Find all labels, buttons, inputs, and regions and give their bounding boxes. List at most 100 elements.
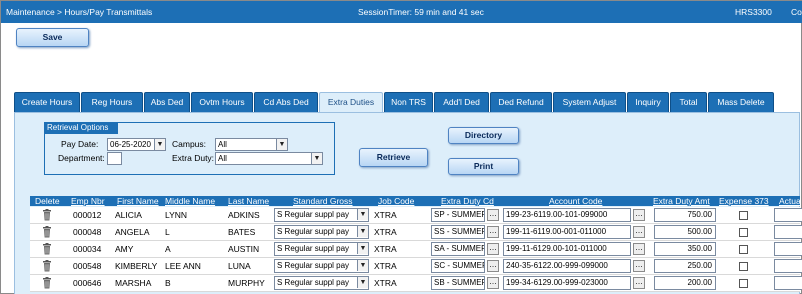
- extra-duty-amt-input[interactable]: 750.00: [654, 208, 716, 222]
- tab-mass-delete[interactable]: Mass Delete: [708, 92, 774, 112]
- trash-icon[interactable]: [42, 277, 52, 289]
- standard-gross-value: S Regular suppl pay: [277, 210, 350, 219]
- standard-gross-select[interactable]: S Regular suppl pay ▼: [274, 242, 369, 256]
- save-button[interactable]: Save: [16, 28, 89, 47]
- standard-gross-value: S Regular suppl pay: [277, 278, 350, 287]
- tab-addl-ded[interactable]: Add'l Ded: [434, 92, 489, 112]
- breadcrumb: Maintenance > Hours/Pay Transmittals: [6, 7, 153, 17]
- expense-373-checkbox[interactable]: [739, 228, 748, 237]
- chevron-down-icon: ▼: [357, 277, 368, 288]
- ellipsis-icon[interactable]: …: [633, 226, 645, 238]
- header-job-code[interactable]: Job Code: [378, 195, 414, 207]
- trash-icon[interactable]: [42, 226, 52, 238]
- tab-ded-refund[interactable]: Ded Refund: [490, 92, 552, 112]
- ellipsis-icon[interactable]: …: [487, 277, 499, 289]
- account-code-input[interactable]: 199-23-6119.00-101-099000: [503, 208, 631, 222]
- standard-gross-value: S Regular suppl pay: [277, 227, 350, 236]
- campus-select[interactable]: All ▼: [215, 138, 288, 151]
- extra-duty-amt-input[interactable]: 500.00: [654, 225, 716, 239]
- department-input[interactable]: [107, 152, 122, 165]
- middle-name-cell: LEE ANN: [165, 261, 201, 271]
- tab-extra-duties[interactable]: Extra Duties: [319, 92, 383, 112]
- ellipsis-icon[interactable]: …: [633, 277, 645, 289]
- tab-total[interactable]: Total: [670, 92, 707, 112]
- last-name-cell: AUSTIN: [228, 244, 260, 254]
- ellipsis-icon[interactable]: …: [487, 209, 499, 221]
- ellipsis-icon[interactable]: …: [487, 226, 499, 238]
- chevron-down-icon: ▼: [154, 139, 165, 150]
- extra-duty-cd-input[interactable]: SA - SUMMEF: [431, 242, 485, 256]
- extra-duty-cd-input[interactable]: SP - SUMMEF: [431, 208, 485, 222]
- ellipsis-icon[interactable]: …: [487, 260, 499, 272]
- header-last-name[interactable]: Last Name: [228, 195, 269, 207]
- first-name-cell: ANGELA: [115, 227, 150, 237]
- expense-373-checkbox[interactable]: [739, 245, 748, 254]
- expense-373-checkbox[interactable]: [739, 262, 748, 271]
- chevron-down-icon: ▼: [311, 153, 322, 164]
- expense-373-checkbox[interactable]: [739, 279, 748, 288]
- pay-date-label: Pay Date:: [61, 139, 99, 149]
- pay-date-select[interactable]: 06-25-2020 ▼: [107, 138, 166, 151]
- trash-icon[interactable]: [42, 243, 52, 255]
- actual-input[interactable]: [774, 208, 802, 222]
- ellipsis-icon[interactable]: …: [487, 243, 499, 255]
- tab-abs-ded[interactable]: Abs Ded: [144, 92, 190, 112]
- chevron-down-icon: ▼: [357, 243, 368, 254]
- ellipsis-icon[interactable]: …: [633, 209, 645, 221]
- retrieve-button[interactable]: Retrieve: [359, 148, 428, 167]
- actual-input[interactable]: [774, 225, 802, 239]
- ellipsis-icon[interactable]: …: [633, 243, 645, 255]
- expense-373-checkbox[interactable]: [739, 211, 748, 220]
- last-name-cell: ADKINS: [228, 210, 260, 220]
- last-name-cell: BATES: [228, 227, 256, 237]
- account-code-input[interactable]: 199-34-6129.00-999-023000: [503, 276, 631, 290]
- extra-duty-cd-input[interactable]: SB - SUMMEF: [431, 276, 485, 290]
- header-actual[interactable]: Actua: [779, 195, 801, 207]
- actual-input[interactable]: [774, 259, 802, 273]
- extra-duty-amt-input[interactable]: 200.00: [654, 276, 716, 290]
- header-standard-gross[interactable]: Standard Gross: [293, 195, 353, 207]
- header-extra-duty-cd[interactable]: Extra Duty Cd: [441, 195, 494, 207]
- header-emp-nbr[interactable]: Emp Nbr: [71, 195, 105, 207]
- top-bar: Maintenance > Hours/Pay Transmittals Ses…: [1, 1, 802, 23]
- extra-duty-select[interactable]: All ▼: [215, 152, 323, 165]
- standard-gross-select[interactable]: S Regular suppl pay ▼: [274, 208, 369, 222]
- account-code-input[interactable]: 240-35-6122.00-999-099000: [503, 259, 631, 273]
- header-expense-373[interactable]: Expense 373: [719, 195, 769, 207]
- tab-system-adjust[interactable]: System Adjust: [553, 92, 626, 112]
- standard-gross-select[interactable]: S Regular suppl pay ▼: [274, 276, 369, 290]
- tab-reg-hours[interactable]: Reg Hours: [81, 92, 143, 112]
- account-code-input[interactable]: 199-11-6119.00-001-011000: [503, 225, 631, 239]
- print-button[interactable]: Print: [448, 158, 519, 175]
- extra-duty-cd-input[interactable]: SS - SUMMEF: [431, 225, 485, 239]
- extra-duty-cd-input[interactable]: SC - SUMMEF: [431, 259, 485, 273]
- first-name-cell: ALICIA: [115, 210, 142, 220]
- table-row: 000012 ALICIA LYNN ADKINS S Regular suppl pa…: [30, 207, 802, 224]
- chevron-down-icon: ▼: [357, 226, 368, 237]
- tab-inquiry[interactable]: Inquiry: [627, 92, 669, 112]
- tab-ovtm-hours[interactable]: Ovtm Hours: [191, 92, 253, 112]
- header-extra-duty-amt[interactable]: Extra Duty Amt: [653, 195, 710, 207]
- session-timer: SessionTimer: 59 min and 41 sec: [358, 7, 484, 17]
- standard-gross-select[interactable]: S Regular suppl pay ▼: [274, 259, 369, 273]
- header-middle-name[interactable]: Middle Name: [165, 195, 215, 207]
- trash-icon[interactable]: [42, 260, 52, 272]
- directory-button[interactable]: Directory: [448, 127, 519, 144]
- trash-icon[interactable]: [42, 209, 52, 221]
- ellipsis-icon[interactable]: …: [633, 260, 645, 272]
- emp-nbr-cell: 000646: [73, 278, 102, 288]
- tab-cd-abs-ded[interactable]: Cd Abs Ded: [254, 92, 318, 112]
- actual-input[interactable]: [774, 242, 802, 256]
- standard-gross-select[interactable]: S Regular suppl pay ▼: [274, 225, 369, 239]
- actual-input[interactable]: [774, 276, 802, 290]
- extra-duty-amt-input[interactable]: 250.00: [654, 259, 716, 273]
- emp-nbr-cell: 000048: [73, 227, 102, 237]
- tab-non-trs[interactable]: Non TRS: [384, 92, 433, 112]
- header-account-code[interactable]: Account Code: [549, 195, 602, 207]
- extra-duty-amt-input[interactable]: 350.00: [654, 242, 716, 256]
- header-first-name[interactable]: First Name: [117, 195, 159, 207]
- standard-gross-value: S Regular suppl pay: [277, 244, 350, 253]
- tab-create-hours[interactable]: Create Hours: [14, 92, 80, 112]
- account-code-input[interactable]: 199-11-6129.00-101-011000: [503, 242, 631, 256]
- header-delete: Delete: [35, 196, 60, 206]
